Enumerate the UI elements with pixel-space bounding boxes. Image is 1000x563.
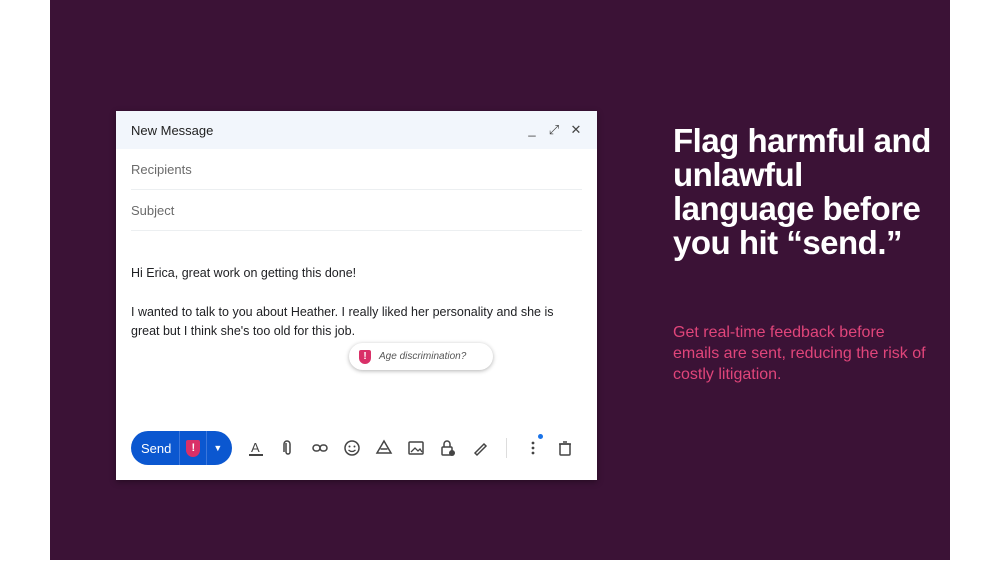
signature-pen-icon[interactable] (470, 438, 490, 458)
shield-exclamation-icon: ! (359, 349, 371, 364)
trash-icon[interactable] (555, 438, 575, 458)
close-icon[interactable]: ✕ (569, 122, 583, 138)
text-format-icon[interactable]: A (246, 438, 266, 458)
minimize-icon[interactable]: _ (525, 122, 539, 138)
compose-toolbar: Send ! ▼ A (131, 430, 575, 466)
subject-field[interactable]: Subject (131, 190, 582, 231)
emoji-icon[interactable] (342, 438, 362, 458)
lock-clock-icon[interactable] (438, 438, 458, 458)
send-button[interactable]: Send (131, 431, 179, 465)
send-shield-button[interactable]: ! (179, 431, 206, 465)
toolbar-icons: A (246, 434, 575, 458)
send-button-group: Send ! ▼ (131, 431, 233, 465)
message-greeting: Hi Erica, great work on getting this don… (131, 266, 357, 280)
message-paragraph: I wanted to talk to you about Heather. I… (131, 304, 554, 339)
promo-subtext: Get real-time feedback before emails are… (673, 324, 926, 383)
notification-dot (538, 434, 544, 439)
toolbar-divider (506, 438, 508, 458)
svg-text:A: A (251, 440, 260, 455)
caret-down-icon: ▼ (213, 443, 223, 453)
window-controls: _ ⤢ ✕ (525, 122, 583, 138)
expand-icon[interactable]: ⤢ (547, 122, 561, 138)
shield-exclamation-icon: ! (186, 439, 201, 457)
image-icon[interactable] (406, 438, 426, 458)
recipients-field[interactable]: Recipients (131, 149, 582, 190)
promo-headline: Flag harmful and unlawful language befor… (673, 122, 931, 261)
compose-header: New Message _ ⤢ ✕ (116, 111, 597, 149)
flag-label: Age discrimination? (379, 351, 467, 362)
message-body[interactable]: Hi Erica, great work on getting this don… (131, 264, 571, 361)
attach-icon[interactable] (278, 438, 298, 458)
drive-icon[interactable] (374, 438, 394, 458)
send-options-dropdown[interactable]: ▼ (206, 431, 232, 465)
link-icon[interactable] (310, 438, 330, 458)
more-options-icon[interactable] (523, 434, 544, 458)
discrimination-flag-tooltip[interactable]: ! Age discrimination? (349, 343, 493, 370)
compose-title: New Message (131, 122, 214, 138)
compose-window: New Message _ ⤢ ✕ Recipients Subject Hi … (116, 111, 597, 480)
